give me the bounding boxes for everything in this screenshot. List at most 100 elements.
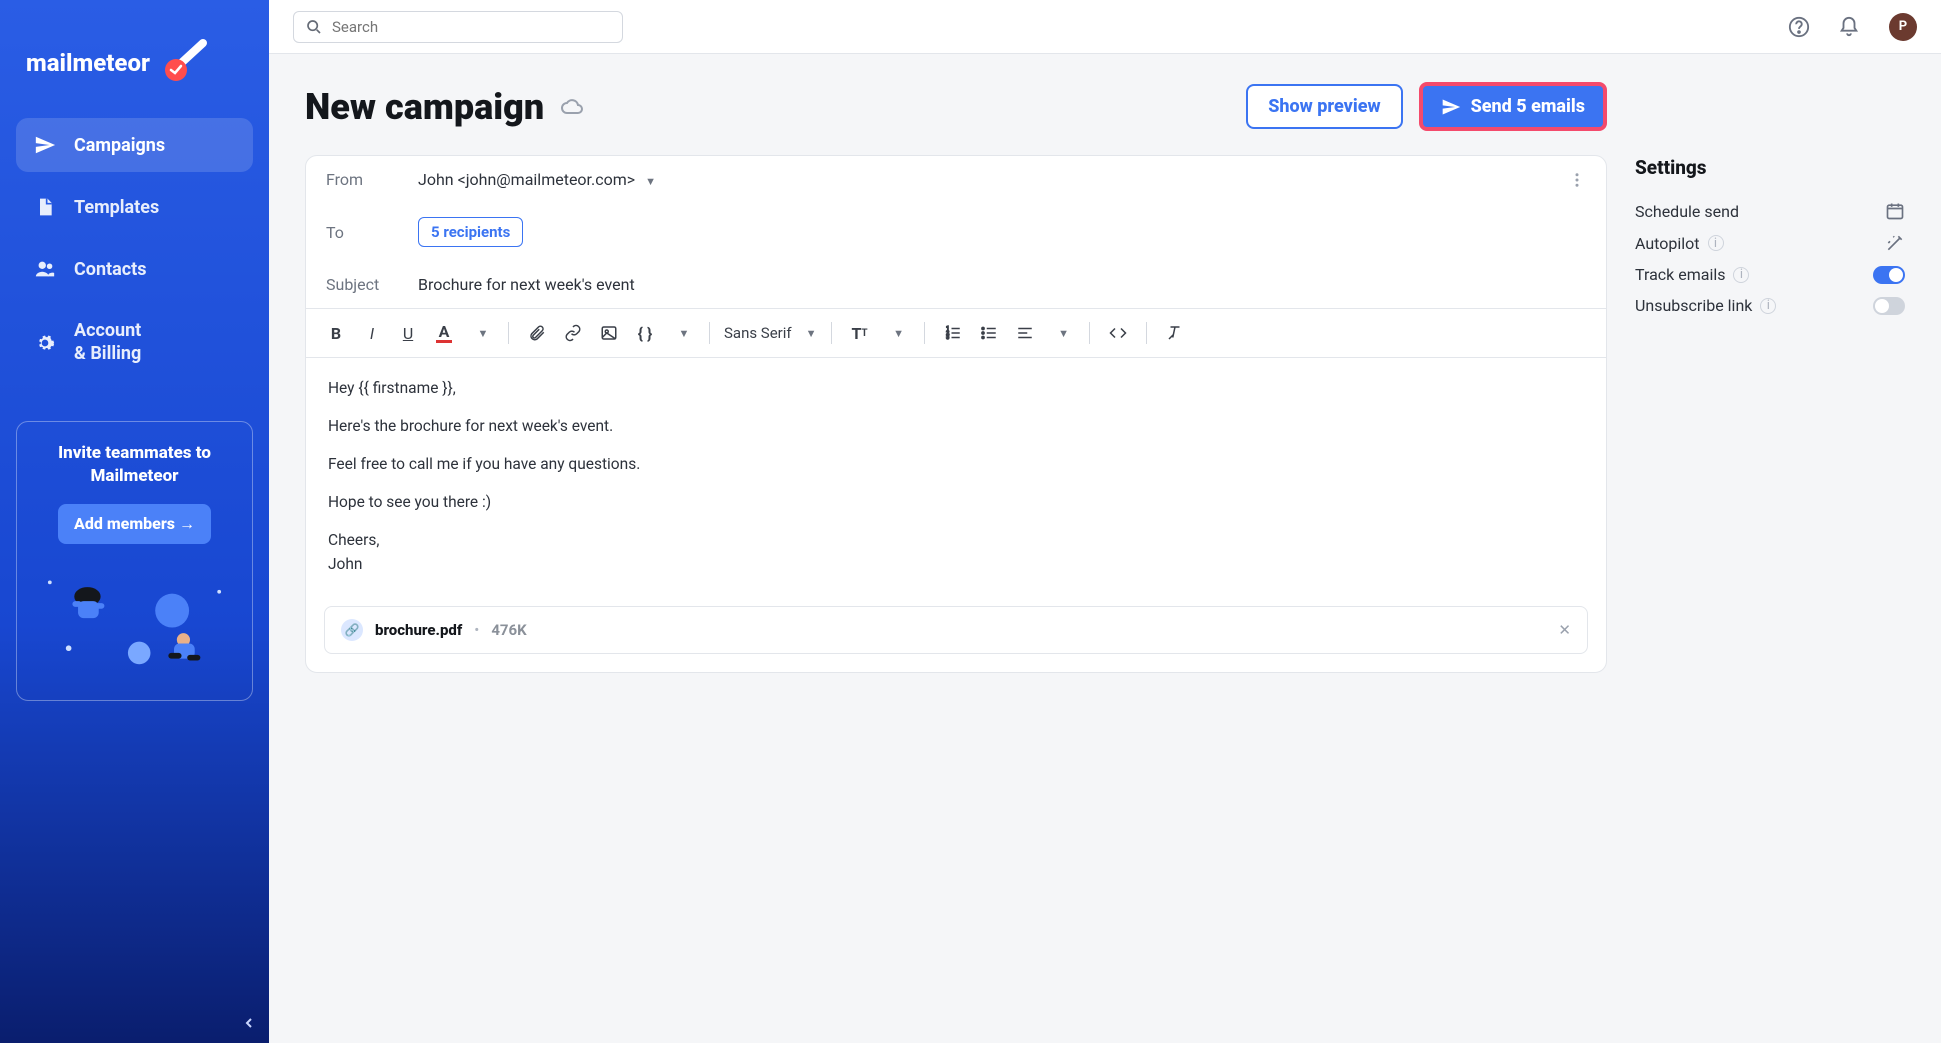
invite-illustration — [31, 560, 238, 680]
image-button[interactable] — [595, 319, 623, 347]
align-button[interactable] — [1011, 319, 1039, 347]
text-color-button[interactable]: A — [430, 319, 458, 347]
body-signature: Cheers, John — [328, 528, 1584, 576]
calendar-icon[interactable] — [1885, 201, 1905, 221]
editor-toolbar: B I U A ▼ { } ▼ Sans Serif — [306, 308, 1606, 358]
send-emails-button[interactable]: Send 5 emails — [1419, 82, 1607, 131]
font-family-select[interactable]: Sans Serif ▼ — [724, 324, 817, 342]
info-icon[interactable]: i — [1760, 298, 1776, 314]
chevron-down-icon: ▼ — [806, 327, 817, 340]
setting-schedule[interactable]: Schedule send — [1635, 195, 1905, 227]
body-line: Hey {{ firstname }}, — [328, 376, 1584, 400]
setting-unsubscribe: Unsubscribe link i — [1635, 290, 1905, 321]
align-dropdown-icon[interactable]: ▼ — [1047, 319, 1075, 347]
code-button[interactable] — [1104, 319, 1132, 347]
sidebar-item-label: Templates — [74, 197, 159, 218]
font-name: Sans Serif — [724, 324, 792, 342]
sidebar-nav: Campaigns Templates Contacts Account & B… — [16, 118, 253, 381]
content: New campaign Show preview Send 5 emails … — [269, 54, 1941, 1043]
send-icon — [34, 134, 56, 156]
to-row: To 5 recipients — [306, 203, 1606, 261]
unordered-list-button[interactable] — [975, 319, 1003, 347]
bold-button[interactable]: B — [322, 319, 350, 347]
email-body-editor[interactable]: Hey {{ firstname }}, Here's the brochure… — [306, 358, 1606, 594]
settings-panel: Settings Schedule send Autopilot i Track… — [1635, 82, 1905, 1015]
page-header: New campaign Show preview Send 5 emails — [305, 82, 1607, 131]
svg-text:3: 3 — [946, 335, 949, 341]
subject-row: Subject Brochure for next week's event — [306, 261, 1606, 308]
search-input[interactable] — [332, 18, 610, 36]
bell-icon[interactable] — [1837, 15, 1861, 39]
meteor-icon — [158, 38, 208, 88]
wand-icon[interactable] — [1885, 233, 1905, 253]
sidebar: mailmeteor Campaigns Templates Contacts … — [0, 0, 269, 1043]
collapse-sidebar-button[interactable] — [241, 1015, 257, 1031]
add-members-button[interactable]: Add members → — [58, 504, 211, 544]
ordered-list-button[interactable]: 123 — [939, 319, 967, 347]
subject-value[interactable]: Brochure for next week's event — [418, 275, 635, 294]
user-avatar[interactable]: P — [1889, 13, 1917, 41]
sidebar-item-account[interactable]: Account & Billing — [16, 304, 253, 381]
topbar: P — [269, 0, 1941, 54]
main-area: P New campaign Show preview Send 5 email… — [269, 0, 1941, 1043]
setting-label: Autopilot — [1635, 234, 1700, 253]
people-icon — [34, 258, 56, 280]
setting-track: Track emails i — [1635, 259, 1905, 290]
signature-line: Cheers, — [328, 531, 379, 549]
sidebar-item-label: Campaigns — [74, 135, 165, 156]
color-dropdown-icon[interactable]: ▼ — [466, 319, 494, 347]
attachment-icon: 🔗 — [341, 619, 363, 641]
send-button-label: Send 5 emails — [1471, 96, 1585, 117]
setting-label: Schedule send — [1635, 202, 1739, 221]
info-icon[interactable]: i — [1733, 267, 1749, 283]
attachment-name[interactable]: brochure.pdf — [375, 621, 462, 639]
compose-more-menu[interactable] — [1568, 171, 1586, 189]
invite-title-line2: Mailmeteor — [91, 466, 179, 486]
chevron-down-icon: ▼ — [645, 175, 656, 188]
invite-title: Invite teammates to Mailmeteor — [31, 442, 238, 488]
sidebar-item-contacts[interactable]: Contacts — [16, 242, 253, 296]
from-address: John <john@mailmeteor.com> — [418, 170, 635, 189]
track-emails-toggle[interactable] — [1873, 266, 1905, 284]
brand-name: mailmeteor — [26, 49, 150, 77]
unsubscribe-toggle[interactable] — [1873, 297, 1905, 315]
send-icon — [1441, 97, 1461, 117]
setting-label: Unsubscribe link — [1635, 296, 1752, 315]
dot-separator: • — [474, 621, 479, 639]
setting-label: Track emails — [1635, 265, 1725, 284]
clear-format-button[interactable] — [1161, 319, 1189, 347]
document-icon — [34, 196, 56, 218]
body-line: Feel free to call me if you have any que… — [328, 452, 1584, 476]
invite-card: Invite teammates to Mailmeteor Add membe… — [16, 421, 253, 701]
font-size-button[interactable]: TT — [846, 319, 874, 347]
font-size-dropdown-icon[interactable]: ▼ — [882, 319, 910, 347]
search-box[interactable] — [293, 11, 623, 43]
from-label: From — [326, 170, 398, 189]
search-icon — [306, 19, 322, 35]
to-label: To — [326, 223, 398, 242]
invite-title-line1: Invite teammates to — [58, 443, 211, 463]
recipients-chip[interactable]: 5 recipients — [418, 217, 523, 247]
underline-button[interactable]: U — [394, 319, 422, 347]
brand-logo[interactable]: mailmeteor — [16, 18, 253, 118]
sidebar-item-label: Account & Billing — [74, 320, 141, 365]
settings-title: Settings — [1635, 156, 1905, 179]
setting-autopilot[interactable]: Autopilot i — [1635, 227, 1905, 259]
help-icon[interactable] — [1787, 15, 1811, 39]
show-preview-button[interactable]: Show preview — [1246, 84, 1402, 129]
page-title: New campaign — [305, 86, 544, 128]
sidebar-item-campaigns[interactable]: Campaigns — [16, 118, 253, 172]
from-value[interactable]: John <john@mailmeteor.com> ▼ — [418, 170, 656, 189]
remove-attachment-button[interactable]: ✕ — [1558, 621, 1571, 639]
link-button[interactable] — [559, 319, 587, 347]
info-icon[interactable]: i — [1708, 235, 1724, 251]
italic-button[interactable]: I — [358, 319, 386, 347]
sidebar-item-templates[interactable]: Templates — [16, 180, 253, 234]
variable-dropdown-icon[interactable]: ▼ — [667, 319, 695, 347]
attachment-size: 476K — [491, 621, 526, 639]
body-line: Hope to see you there :) — [328, 490, 1584, 514]
attach-button[interactable] — [523, 319, 551, 347]
signature-line: John — [328, 555, 363, 573]
variable-button[interactable]: { } — [631, 319, 659, 347]
subject-label: Subject — [326, 275, 398, 294]
